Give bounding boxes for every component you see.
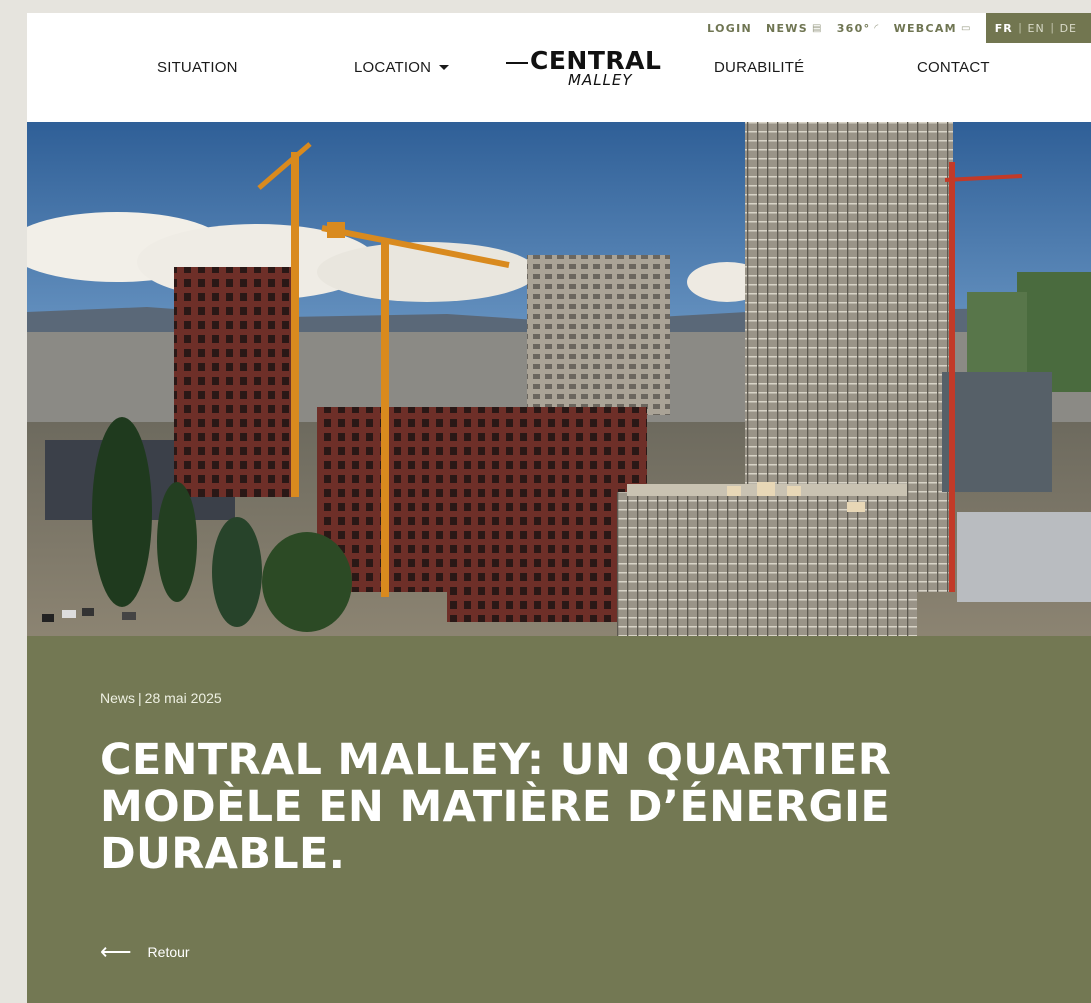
- panorama-icon: ◜: [874, 22, 880, 34]
- tour-360-link[interactable]: 360° ◜: [837, 22, 880, 35]
- news-label: NEWS: [765, 21, 808, 35]
- lang-de[interactable]: DE: [1060, 22, 1077, 35]
- article-title: CENTRAL MALLEY: UN QUARTIER MODÈLE EN MA…: [100, 735, 892, 879]
- logo-dash: [506, 62, 528, 64]
- site-header: LOGIN NEWS ▤ 360° ◜ WEBCAM ▭ FR | EN | DE S…: [27, 13, 1091, 122]
- news-link[interactable]: NEWS ▤: [766, 22, 823, 35]
- back-label: Retour: [147, 944, 190, 960]
- nav-situation[interactable]: SITUATION: [157, 59, 238, 76]
- arrow-left-icon: ⟵: [100, 939, 132, 964]
- lang-fr[interactable]: FR: [995, 22, 1013, 35]
- article-meta: News | 28 mai 2025: [100, 690, 222, 706]
- tour-label: 360°: [836, 21, 871, 35]
- newspaper-icon: ▤: [811, 22, 823, 34]
- lang-divider: |: [1018, 22, 1022, 34]
- nav-durabilite[interactable]: DURABILITÉ: [714, 59, 804, 76]
- meta-divider: |: [138, 690, 142, 706]
- article-header-panel: News | 28 mai 2025 CENTRAL MALLEY: UN QUAR…: [27, 636, 1091, 1003]
- camera-icon: ▭: [960, 22, 972, 34]
- logo-sub-text: MALLEY: [568, 71, 633, 89]
- nav-location[interactable]: LOCATION: [354, 59, 450, 76]
- webcam-label: WEBCAM: [893, 21, 957, 35]
- webcam-link[interactable]: WEBCAM ▭: [894, 22, 972, 35]
- nav-contact[interactable]: CONTACT: [917, 59, 990, 76]
- site-logo[interactable]: CENTRAL MALLEY: [506, 46, 661, 92]
- hero-image: [27, 122, 1091, 636]
- page: LOGIN NEWS ▤ 360° ◜ WEBCAM ▭ FR | EN | DE S…: [27, 13, 1091, 1003]
- utility-bar: LOGIN NEWS ▤ 360° ◜ WEBCAM ▭ FR | EN | DE: [707, 13, 1091, 43]
- caret-down-icon: [439, 65, 450, 70]
- language-switcher: FR | EN | DE: [985, 13, 1091, 43]
- article-category[interactable]: News: [100, 690, 135, 706]
- back-link[interactable]: ⟵ Retour: [100, 939, 190, 964]
- article-date: 28 mai 2025: [144, 690, 222, 706]
- login-label: LOGIN: [707, 21, 752, 35]
- lang-en[interactable]: EN: [1028, 22, 1045, 35]
- construction-site-photo: [27, 122, 1091, 636]
- login-link[interactable]: LOGIN: [707, 22, 752, 35]
- lang-divider: |: [1050, 22, 1054, 34]
- nav-location-label: LOCATION: [354, 59, 432, 76]
